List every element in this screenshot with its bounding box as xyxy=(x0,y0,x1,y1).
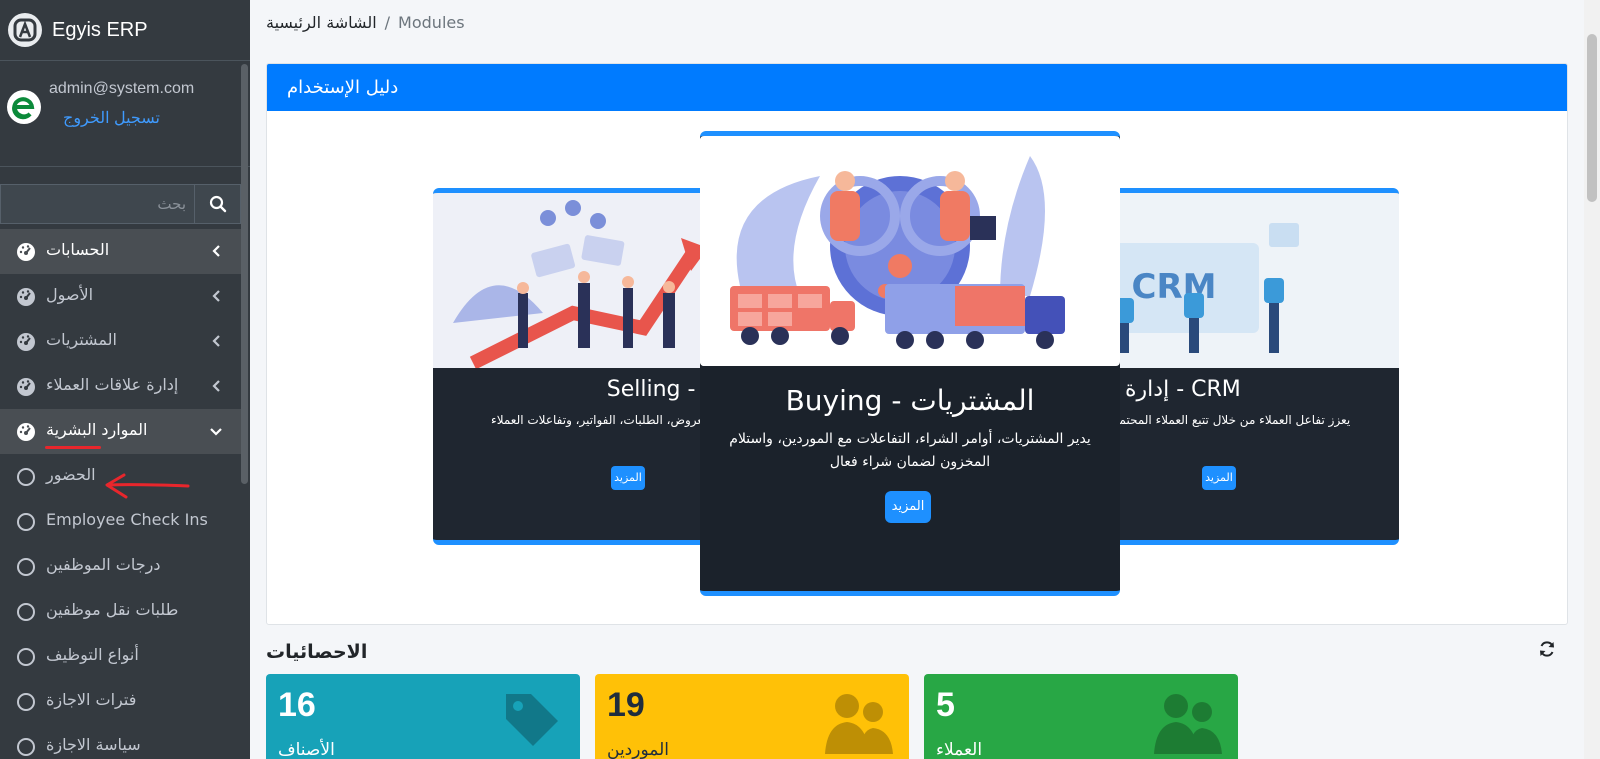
user-panel: admin@system.com تسجيل الخروج xyxy=(0,61,250,167)
buying-illustration-icon xyxy=(700,136,1120,366)
sidebar-item-assets[interactable]: الأصول xyxy=(0,274,241,319)
breadcrumb-separator: / xyxy=(384,13,391,32)
users-icon xyxy=(1154,694,1222,754)
sidebar-subitem-leave-periods[interactable]: فترات الاجازة xyxy=(0,679,241,724)
search-icon xyxy=(209,195,226,213)
more-button[interactable]: المزيد xyxy=(1202,466,1236,490)
sidebar-item-accounts[interactable]: الحسابات xyxy=(0,229,241,274)
circle-icon xyxy=(17,558,35,576)
sidebar-subitem-label: درجات الموظفين xyxy=(46,555,161,574)
more-button[interactable]: المزيد xyxy=(885,491,931,523)
circle-icon xyxy=(17,693,35,711)
sidebar-item-label: الحسابات xyxy=(46,240,110,259)
stat-label: العملاء xyxy=(936,740,983,759)
sidebar-subitem-label: Employee Check Ins xyxy=(46,510,208,529)
sidebar-scrollbar[interactable] xyxy=(241,64,248,484)
carousel-slide-buying[interactable]: Buying - المشتريات يدير المشتريات، أوامر… xyxy=(700,131,1120,596)
chevron-left-icon xyxy=(212,380,220,392)
sidebar-subitem-leave-policy[interactable]: سياسة الاجازة xyxy=(0,724,241,759)
search-input[interactable] xyxy=(0,184,194,224)
sidebar-item-hr[interactable]: الموارد البشرية xyxy=(0,409,241,454)
chevron-left-icon xyxy=(212,245,220,257)
circle-icon xyxy=(17,603,35,621)
chevron-down-icon xyxy=(210,428,222,436)
breadcrumb-current: Modules xyxy=(398,13,465,32)
sidebar-subitem-label: طلبات نقل موظفين xyxy=(46,600,179,619)
brand-name: Egyis ERP xyxy=(52,18,148,41)
sidebar-subitem-label: سياسة الاجازة xyxy=(46,735,141,754)
stat-box-customers[interactable]: 5 العملاء xyxy=(924,674,1238,759)
stat-box-suppliers[interactable]: 19 الموردين xyxy=(595,674,909,759)
user-email[interactable]: admin@system.com xyxy=(49,80,194,98)
slide-title: Buying - المشتريات xyxy=(785,384,1035,417)
chevron-left-icon xyxy=(212,335,220,347)
sidebar-item-label: المشتريات xyxy=(46,330,117,349)
user-guide-card: دليل الإستخدام Selling - المبيعات عملية … xyxy=(266,63,1568,625)
sidebar-subitem-transfer-requests[interactable]: طلبات نقل موظفين xyxy=(0,589,241,634)
dashboard-gauge-icon xyxy=(17,378,35,396)
sidebar-search xyxy=(0,184,241,224)
circle-icon xyxy=(17,513,35,531)
brand-link[interactable]: Egyis ERP xyxy=(0,0,250,61)
circle-icon xyxy=(17,648,35,666)
chevron-left-icon xyxy=(212,290,220,302)
red-underline-annotation xyxy=(45,446,101,449)
red-arrow-annotation-icon xyxy=(105,473,190,499)
refresh-icon[interactable] xyxy=(1538,640,1556,658)
stat-value: 19 xyxy=(607,686,645,724)
stat-label: الموردين xyxy=(607,740,669,759)
statistics-title: الاحصائيات xyxy=(266,641,368,663)
dashboard-gauge-icon xyxy=(17,423,35,441)
sidebar-subitem-label: فترات الاجازة xyxy=(46,690,137,709)
stat-box-items[interactable]: 16 الأصناف xyxy=(266,674,580,759)
circle-icon xyxy=(17,738,35,756)
more-button[interactable]: المزيد xyxy=(611,466,645,490)
dashboard-gauge-icon xyxy=(17,288,35,306)
user-guide-header: دليل الإستخدام xyxy=(267,64,1567,111)
dashboard-gauge-icon xyxy=(17,243,35,261)
sidebar-subitem-employee-check-ins[interactable]: Employee Check Ins xyxy=(0,499,241,544)
sidebar-item-purchases[interactable]: المشتريات xyxy=(0,319,241,364)
sidebar-subitem-label: الحضور xyxy=(46,465,96,484)
dashboard-gauge-icon xyxy=(17,333,35,351)
breadcrumb: الشاشة الرئيسية / Modules xyxy=(266,13,465,32)
search-button[interactable] xyxy=(194,184,241,224)
page-scrollbar-thumb[interactable] xyxy=(1587,34,1597,202)
slide-description: يدير المشتريات، أوامر الشراء، التفاعلات … xyxy=(729,431,1091,470)
stat-value: 5 xyxy=(936,686,955,724)
brand-logo-icon xyxy=(8,13,42,47)
tags-icon xyxy=(506,694,558,746)
sidebar-item-label: الأصول xyxy=(46,285,94,304)
page-scrollbar[interactable] xyxy=(1584,0,1600,759)
user-avatar-icon[interactable] xyxy=(6,89,42,125)
sidebar-subitem-employment-types[interactable]: أنواع التوظيف xyxy=(0,634,241,679)
sidebar-subitem-label: أنواع التوظيف xyxy=(46,645,139,664)
sidebar-item-crm[interactable]: إدارة علاقات العملاء xyxy=(0,364,241,409)
sidebar-subitem-employee-grades[interactable]: درجات الموظفين xyxy=(0,544,241,589)
breadcrumb-home-link[interactable]: الشاشة الرئيسية xyxy=(266,13,377,32)
sidebar-item-label: الموارد البشرية xyxy=(46,420,148,439)
sidebar: Egyis ERP admin@system.com تسجيل الخروج … xyxy=(0,0,250,759)
stat-label: الأصناف xyxy=(278,740,335,759)
stat-value: 16 xyxy=(278,686,316,724)
users-icon xyxy=(825,694,893,754)
circle-icon xyxy=(17,468,35,486)
sidebar-item-label: إدارة علاقات العملاء xyxy=(46,375,179,394)
main-content: الشاشة الرئيسية / Modules دليل الإستخدام S… xyxy=(250,0,1582,759)
logout-link[interactable]: تسجيل الخروج xyxy=(63,108,194,128)
